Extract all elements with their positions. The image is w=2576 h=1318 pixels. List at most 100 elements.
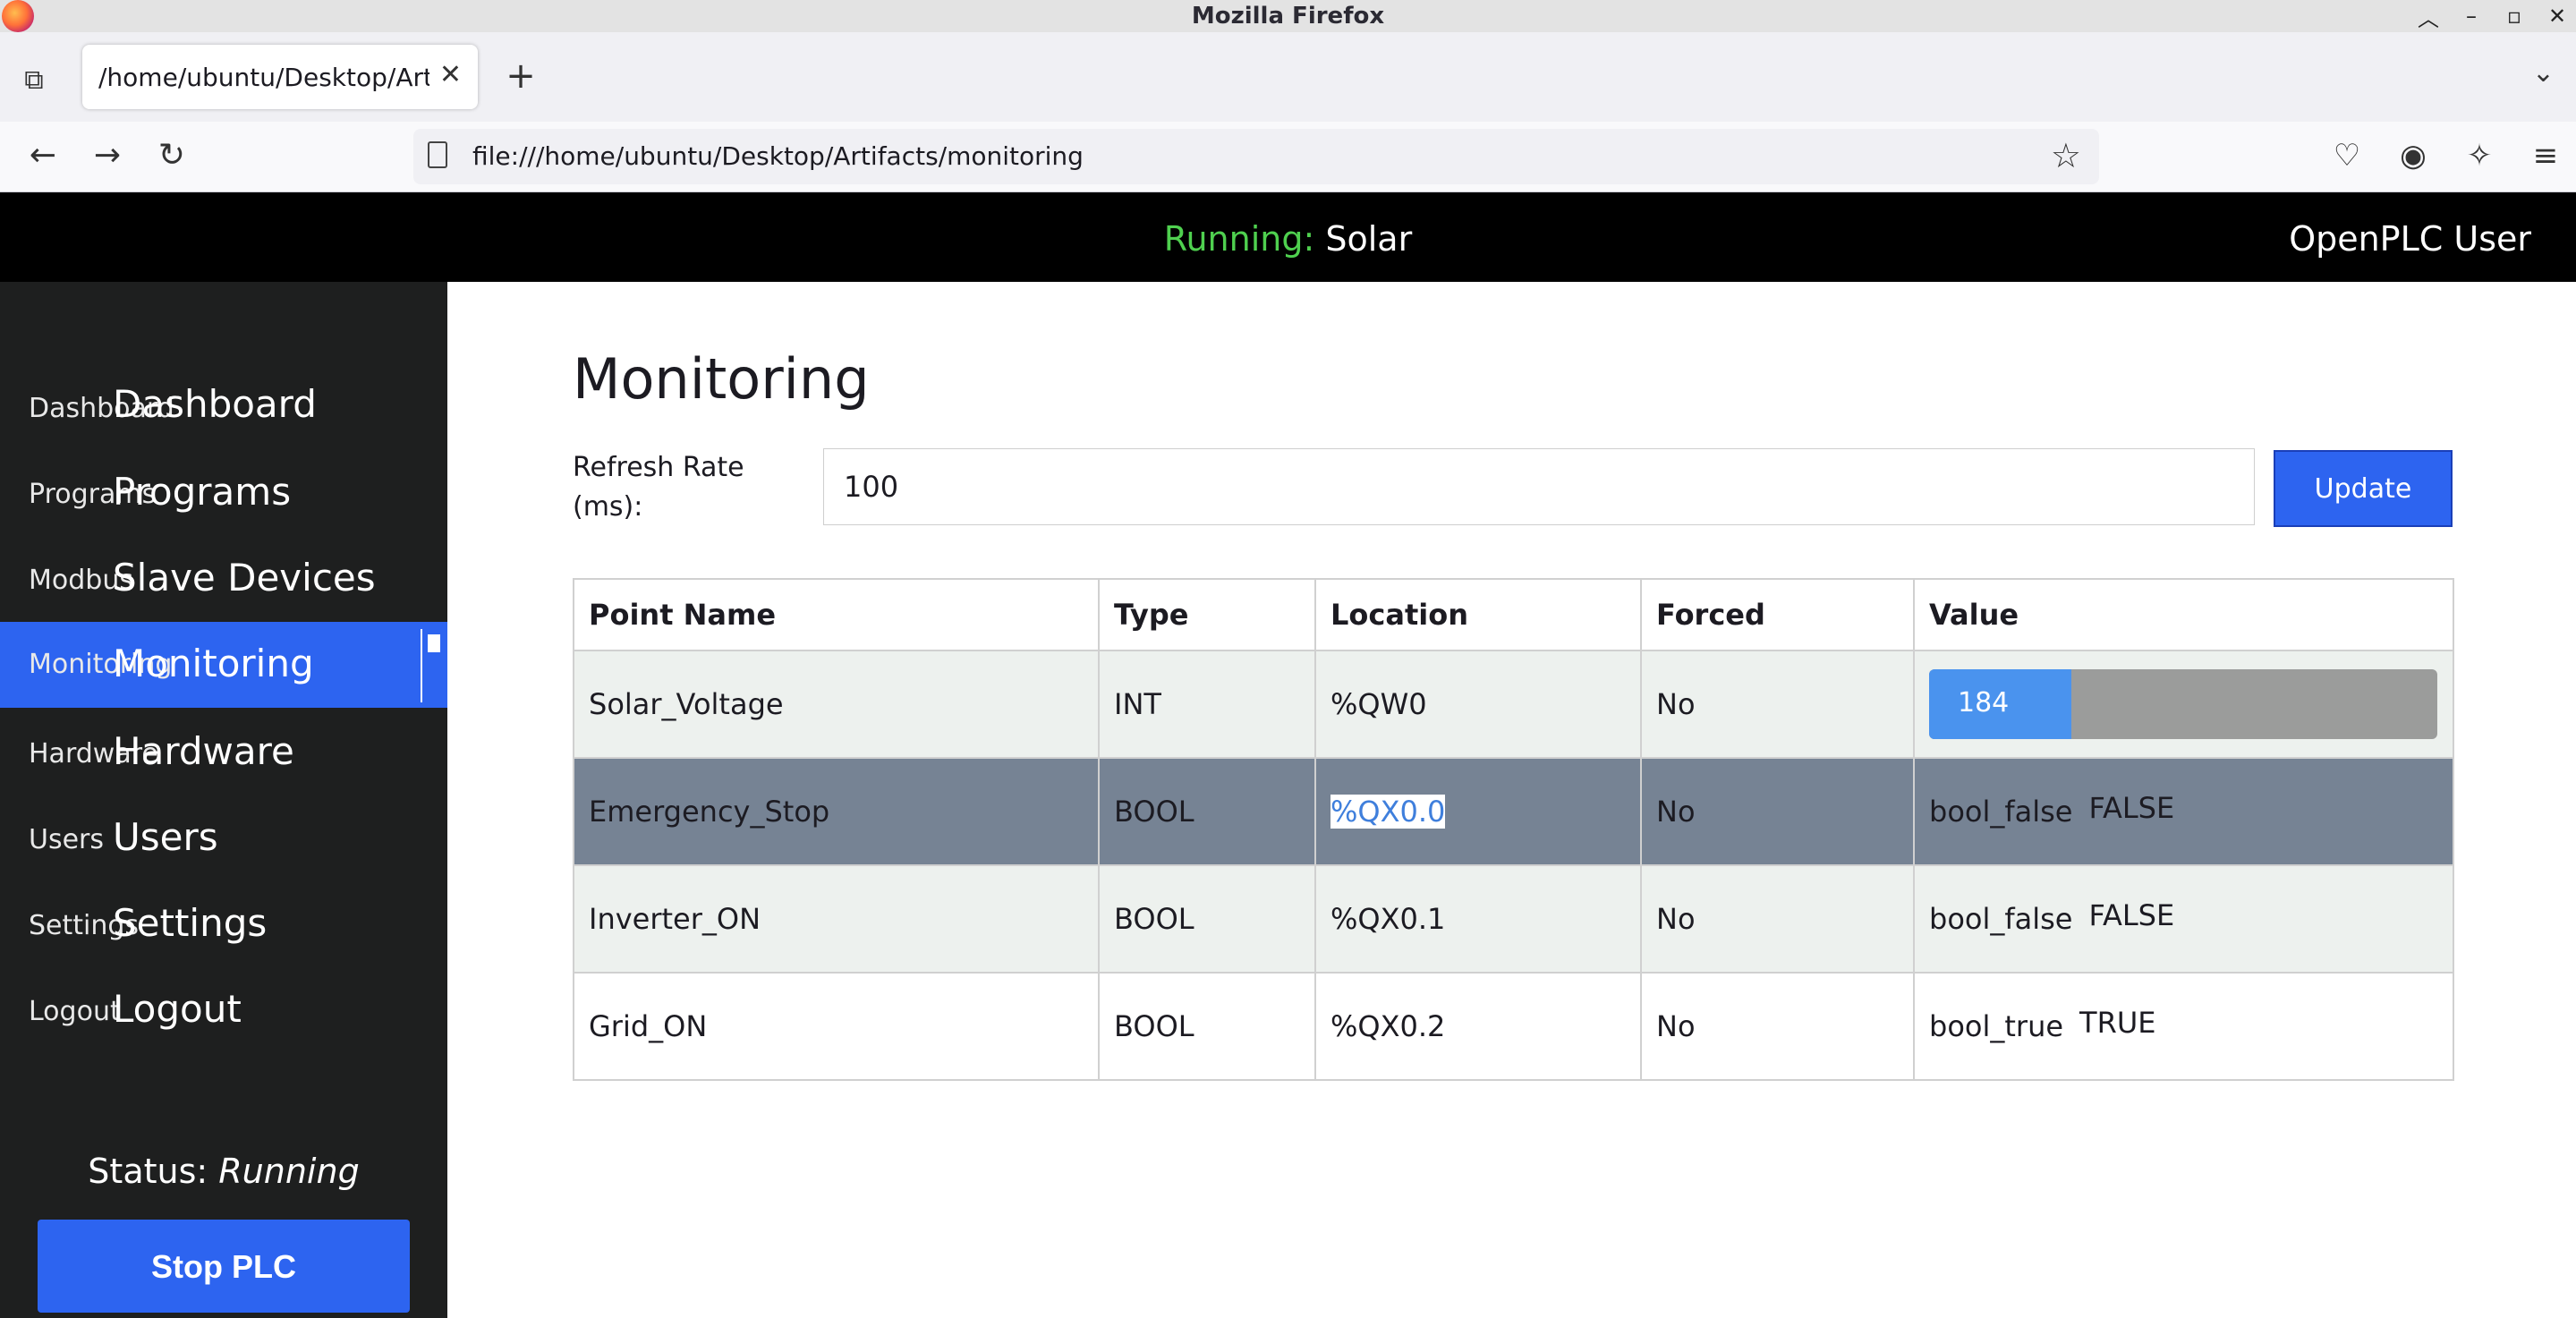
- program-name: Solar: [1325, 219, 1413, 259]
- table-row[interactable]: Emergency_Stop BOOL %QX0.0 No bool_false…: [573, 757, 2454, 866]
- column-header: Location: [1314, 578, 1642, 651]
- location-cell: %QW0: [1314, 650, 1642, 759]
- page-document-icon: [428, 141, 447, 168]
- extensions-icon[interactable]: ✧: [2460, 134, 2499, 177]
- table-row[interactable]: Solar_Voltage INT %QW0 No 184: [573, 650, 2454, 759]
- forced-cell: No: [1640, 757, 1915, 866]
- user-name[interactable]: OpenPLC User: [2289, 219, 2531, 259]
- selected-location-text[interactable]: %QX0.0: [1331, 795, 1446, 829]
- forward-icon[interactable]: →: [86, 134, 129, 177]
- tab-bar: ⧉ /home/ubuntu/Desktop/Artifacts/monitor…: [0, 32, 2576, 123]
- type-cell: INT: [1098, 650, 1316, 759]
- sidebar-item-label: Programs: [113, 470, 292, 514]
- sidebar-item-label: Hardware: [113, 729, 294, 773]
- app-header: Running: Solar OpenPLC User: [0, 192, 2576, 282]
- column-header: Type: [1098, 578, 1316, 651]
- sidebar-item-slave-devices[interactable]: Modbus Slave Devices: [0, 536, 447, 622]
- sidebar: Dashboard Dashboard Programs Programs Mo…: [0, 282, 447, 1318]
- value-cell: bool_false FALSE: [1913, 864, 2454, 974]
- bookmark-star-icon[interactable]: ☆: [2051, 136, 2081, 175]
- bool-value-name: bool_false: [1929, 902, 2073, 936]
- type-cell: BOOL: [1098, 864, 1316, 974]
- point-name-cell: Solar_Voltage: [573, 650, 1100, 759]
- point-name-cell: Grid_ON: [573, 972, 1100, 1081]
- status-label: Status:: [88, 1152, 208, 1191]
- list-all-tabs-icon[interactable]: ⌄: [2532, 57, 2555, 89]
- location-cell: %QX0.0: [1314, 757, 1642, 866]
- stop-plc-button[interactable]: Stop PLC: [38, 1220, 410, 1313]
- refresh-rate-input[interactable]: [823, 448, 2255, 525]
- status-value: Running: [218, 1152, 360, 1191]
- main-content: Monitoring Refresh Rate (ms): Update Poi…: [447, 282, 2576, 1318]
- bool-value: FALSE: [2088, 898, 2175, 932]
- column-header: Point Name: [573, 578, 1100, 651]
- column-header: Value: [1913, 578, 2454, 651]
- firefox-view-icon[interactable]: ⧉: [16, 63, 52, 98]
- progress-value: 184: [1958, 687, 2010, 719]
- sidebar-item-dashboard[interactable]: Dashboard Dashboard: [0, 364, 447, 450]
- bool-value: TRUE: [2079, 1006, 2156, 1040]
- page-title: Monitoring: [573, 346, 870, 412]
- navigation-bar: ← → ↻ file:///home/ubuntu/Desktop/Artifa…: [0, 122, 2576, 193]
- new-tab-icon[interactable]: +: [501, 55, 540, 97]
- back-icon[interactable]: ←: [21, 134, 64, 177]
- bool-value-name: bool_true: [1929, 1009, 2064, 1043]
- url-text[interactable]: file:///home/ubuntu/Desktop/Artifacts/mo…: [472, 141, 1084, 171]
- value-progress-bar: 184: [1929, 669, 2437, 739]
- sidebar-item-hardware[interactable]: Hardware Hardware: [0, 708, 447, 794]
- window-titlebar: Mozilla Firefox ︿ – ▫ ✕: [0, 0, 2576, 32]
- location-cell: %QX0.2: [1314, 972, 1642, 1081]
- minimize-icon[interactable]: –: [2460, 4, 2483, 29]
- monitoring-table: Point Name Type Location Forced Value So…: [573, 578, 2454, 1081]
- sidebar-item-label: Logout: [113, 987, 242, 1031]
- sidebar-ghost-text: Logout: [29, 996, 121, 1027]
- maximize-up-icon[interactable]: ︿: [2417, 1, 2440, 32]
- table-row[interactable]: Inverter_ON BOOL %QX0.1 No bool_false FAL…: [573, 864, 2454, 974]
- tab-title: /home/ubuntu/Desktop/Artifacts/monitorin…: [98, 63, 429, 92]
- sidebar-item-label: Monitoring: [113, 642, 314, 685]
- sidebar-item-users[interactable]: Users Users: [0, 794, 447, 880]
- pocket-icon[interactable]: ♡: [2327, 134, 2367, 177]
- menu-hamburger-icon[interactable]: ≡: [2526, 134, 2565, 177]
- forced-cell: No: [1640, 864, 1915, 974]
- sidebar-item-logout[interactable]: Logout Logout: [0, 965, 447, 1051]
- bool-value: FALSE: [2088, 791, 2175, 825]
- location-cell: %QX0.1: [1314, 864, 1642, 974]
- table-row[interactable]: Grid_ON BOOL %QX0.2 No bool_true TRUE: [573, 972, 2454, 1081]
- sidebar-ghost-text: Users: [29, 824, 105, 855]
- window-controls: ︿ – ▫ ✕: [2417, 0, 2569, 32]
- sidebar-item-monitoring[interactable]: Monitoring Monitoring: [0, 622, 447, 708]
- close-window-icon[interactable]: ✕: [2546, 4, 2569, 29]
- account-icon[interactable]: ◉: [2393, 134, 2433, 177]
- forced-cell: No: [1640, 972, 1915, 1081]
- sidebar-item-settings[interactable]: Settings Settings: [0, 880, 447, 965]
- plc-status: Status: Running: [0, 1152, 447, 1191]
- column-header: Forced: [1640, 578, 1915, 651]
- update-button[interactable]: Update: [2274, 450, 2453, 527]
- bool-value-name: bool_false: [1929, 795, 2073, 829]
- browser-tab[interactable]: /home/ubuntu/Desktop/Artifacts/monitorin…: [82, 45, 478, 109]
- active-marker-icon: [421, 629, 447, 702]
- tab-close-icon[interactable]: ✕: [439, 59, 462, 90]
- forced-cell: No: [1640, 650, 1915, 759]
- restore-icon[interactable]: ▫: [2503, 4, 2526, 29]
- running-indicator: Running: Solar: [0, 219, 2576, 259]
- running-label: Running:: [1163, 219, 1315, 259]
- sidebar-item-programs[interactable]: Programs Programs: [0, 450, 447, 536]
- value-cell: 184: [1913, 650, 2454, 759]
- sidebar-item-label: Settings: [113, 901, 268, 945]
- refresh-rate-label: Refresh Rate (ms):: [573, 452, 744, 523]
- window-title: Mozilla Firefox: [1191, 3, 1385, 30]
- type-cell: BOOL: [1098, 972, 1316, 1081]
- point-name-cell: Inverter_ON: [573, 864, 1100, 974]
- url-bar[interactable]: file:///home/ubuntu/Desktop/Artifacts/mo…: [413, 129, 2099, 184]
- table-header-row: Point Name Type Location Forced Value: [573, 578, 2454, 651]
- sidebar-item-label: Dashboard: [113, 382, 317, 426]
- point-name-cell: Emergency_Stop: [573, 757, 1100, 866]
- toolbar-icons: ♡ ◉ ✧ ≡: [2327, 134, 2565, 177]
- sidebar-item-label: Slave Devices: [113, 556, 376, 599]
- value-cell: bool_false FALSE: [1913, 757, 2454, 866]
- sidebar-item-label: Users: [113, 815, 218, 859]
- reload-icon[interactable]: ↻: [150, 134, 193, 177]
- value-cell: bool_true TRUE: [1913, 972, 2454, 1081]
